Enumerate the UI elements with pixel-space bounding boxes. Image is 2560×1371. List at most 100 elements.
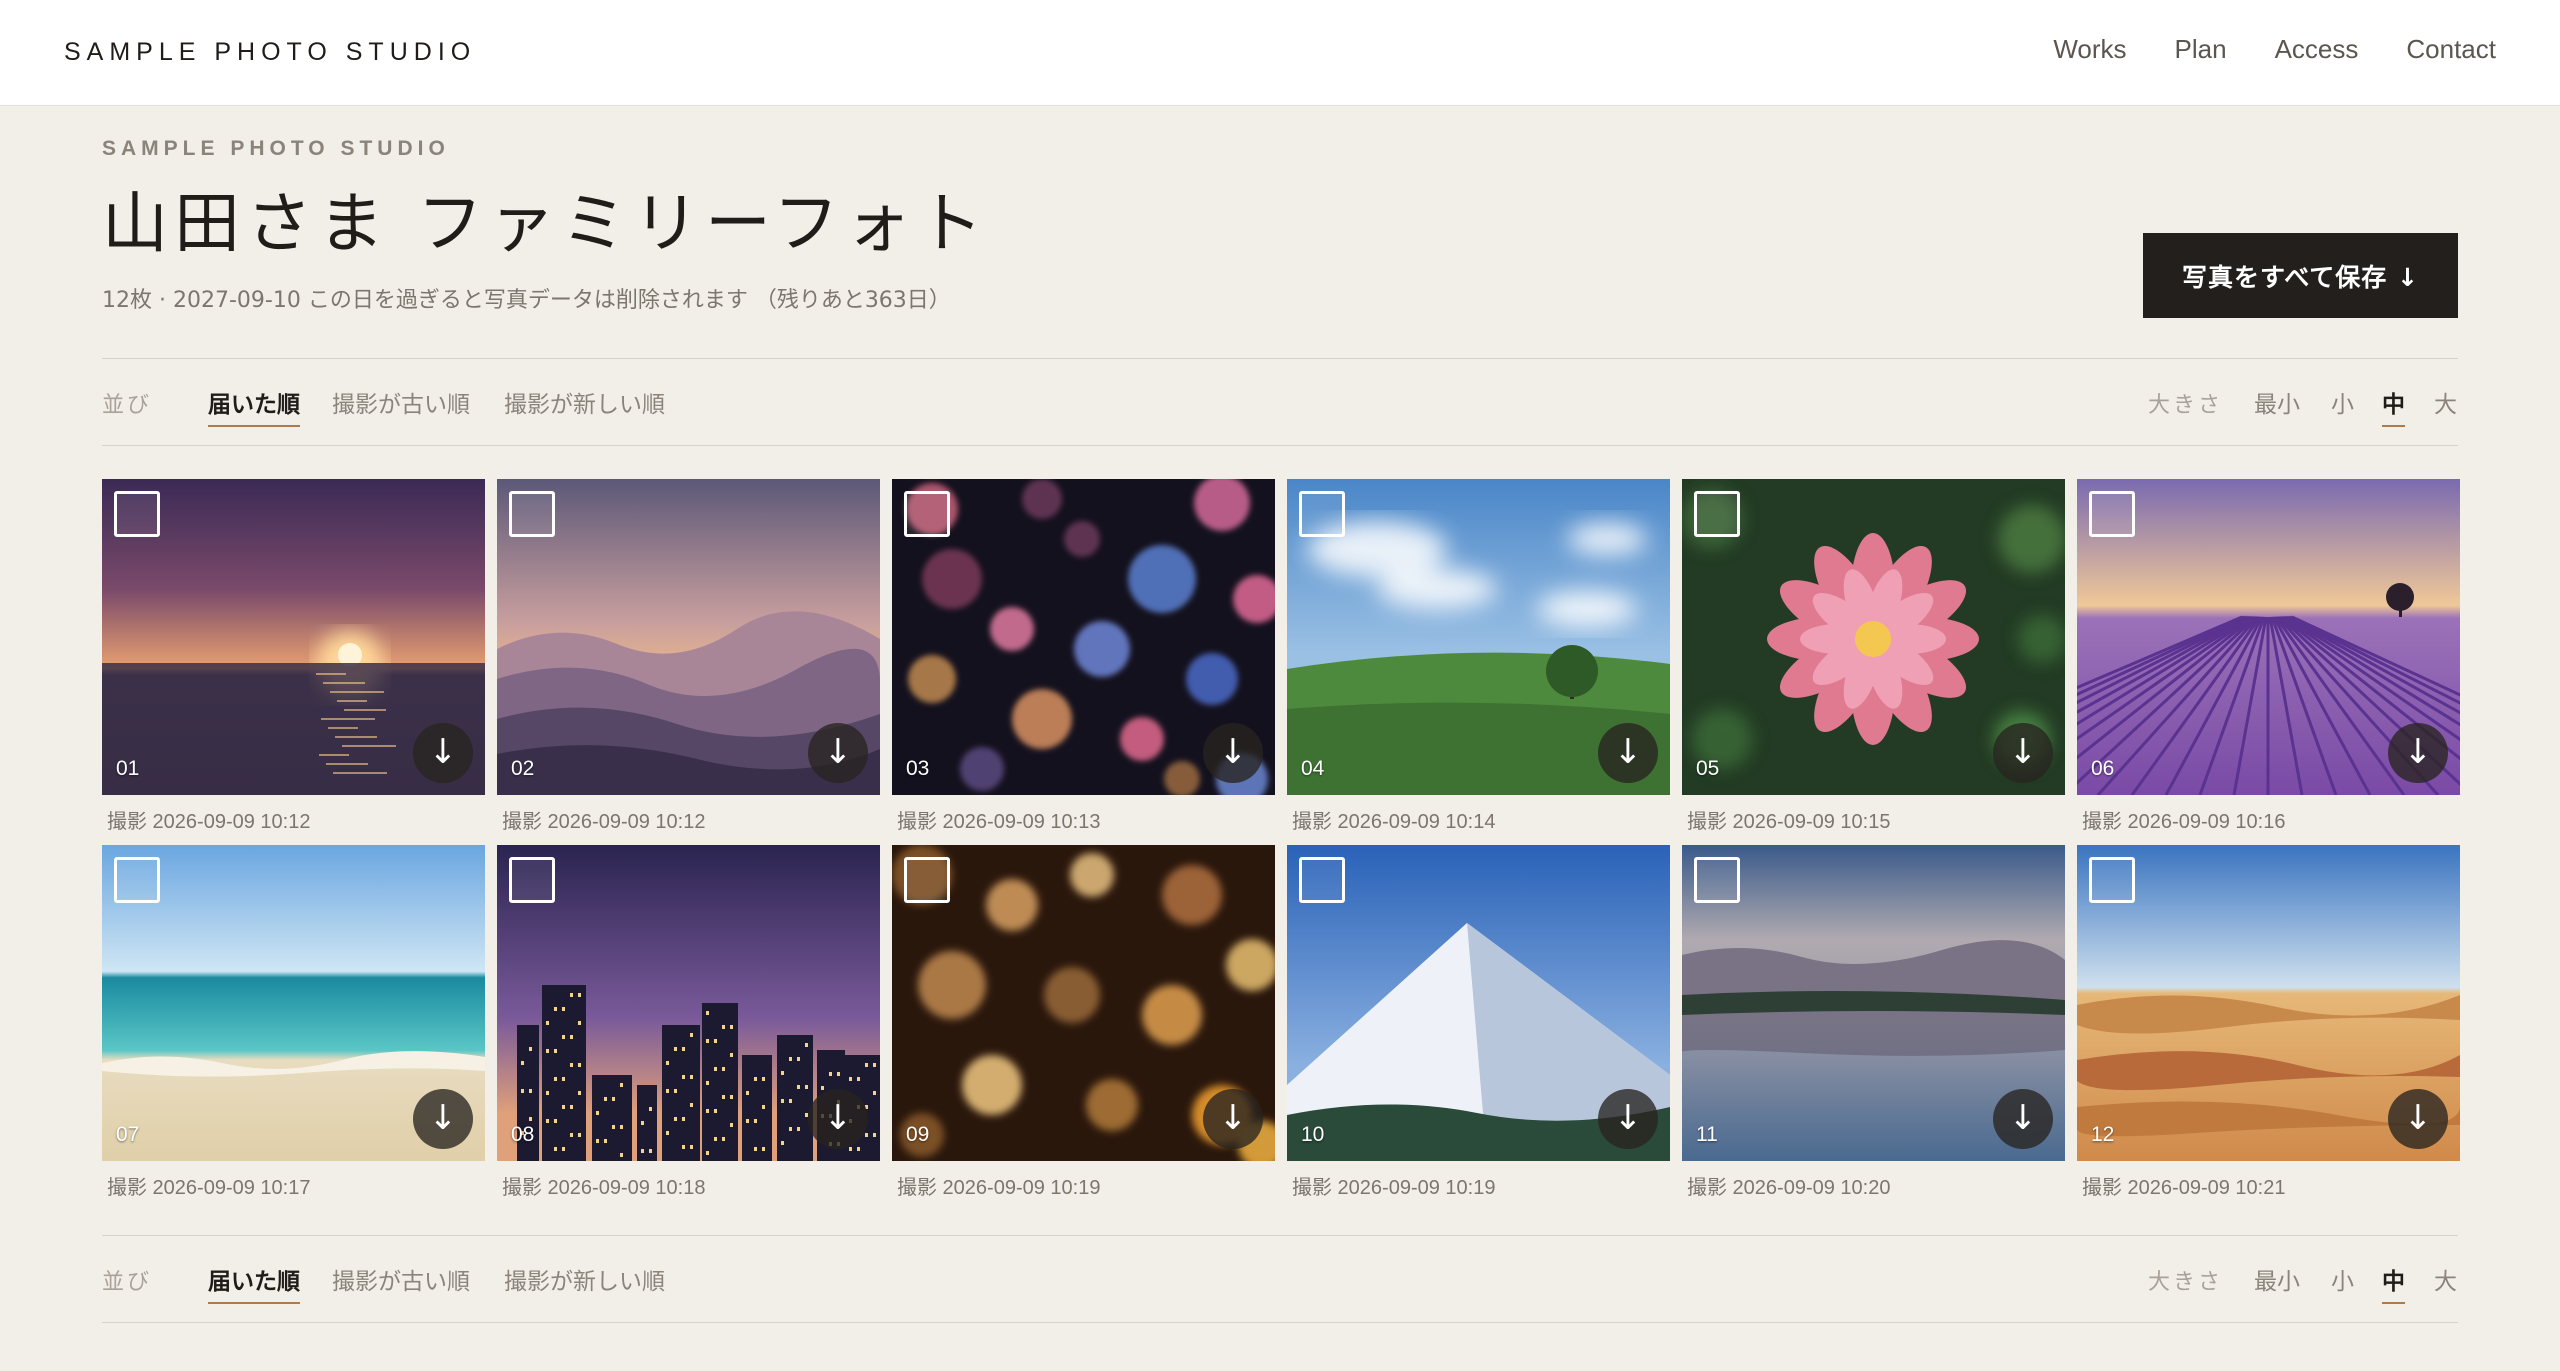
photo-number: 05 [1696, 757, 1720, 780]
album-title: 山田さま ファミリーフォト [102, 185, 990, 262]
album-eyebrow: SAMPLE PHOTO STUDIO [102, 137, 450, 160]
photo-number: 08 [511, 1123, 535, 1146]
photo-thumbnail[interactable]: 01 ↓ [102, 479, 485, 795]
download-icon[interactable]: ↓ [1203, 723, 1263, 783]
photo-thumbnail[interactable]: 07 ↓ [102, 845, 485, 1161]
photo-select-checkbox[interactable] [1299, 491, 1345, 537]
photo-select-checkbox[interactable] [2089, 857, 2135, 903]
photo-number: 06 [2091, 757, 2115, 780]
photo-caption: 撮影 2026-09-09 10:20 [1687, 1177, 1891, 1199]
save-all-button[interactable]: 写真をすべて保存 ↓ [2143, 233, 2458, 318]
brand-logo[interactable]: SAMPLE PHOTO STUDIO [64, 38, 476, 67]
photo-caption: 撮影 2026-09-09 10:15 [1687, 811, 1891, 833]
photo-select-checkbox[interactable] [1694, 491, 1740, 537]
sort-option-arrival[interactable]: 届いた順 [208, 1262, 300, 1304]
photo-select-checkbox[interactable] [509, 857, 555, 903]
photo-tile: 05 ↓ 撮影 2026-09-09 10:15 [1682, 479, 2065, 834]
nav-plan[interactable]: Plan [2175, 34, 2227, 65]
photo-thumbnail[interactable]: 06 ↓ [2077, 479, 2460, 795]
photo-tile: 01 ↓ 撮影 2026-09-09 10:12 [102, 479, 485, 834]
sort-option-newest[interactable]: 撮影が新しい順 [504, 385, 665, 425]
photo-number: 01 [116, 757, 140, 780]
sort-option-oldest[interactable]: 撮影が古い順 [332, 1262, 470, 1302]
photo-number: 11 [1696, 1123, 1718, 1146]
size-option-medium[interactable]: 中 [2382, 1262, 2405, 1304]
album-meta: 12枚 · 2027-09-10 この日を過ぎると写真データは削除されます （残… [102, 288, 951, 313]
photo-caption: 撮影 2026-09-09 10:16 [2082, 811, 2286, 833]
photo-thumbnail[interactable]: 12 ↓ [2077, 845, 2460, 1161]
photo-tile: 08 ↓ 撮影 2026-09-09 10:18 [497, 845, 880, 1200]
sort-size-toolbar-bottom: 並び 届いた順 撮影が古い順 撮影が新しい順 大きさ 最小 小 中 大 [102, 1235, 2458, 1323]
sort-option-newest[interactable]: 撮影が新しい順 [504, 1262, 665, 1302]
size-option-smallest[interactable]: 最小 [2254, 385, 2300, 425]
photo-tile: 07 ↓ 撮影 2026-09-09 10:17 [102, 845, 485, 1200]
photo-tile: 04 ↓ 撮影 2026-09-09 10:14 [1287, 479, 1670, 834]
photo-number: 12 [2091, 1123, 2115, 1146]
photo-caption: 撮影 2026-09-09 10:13 [897, 811, 1101, 833]
download-icon[interactable]: ↓ [413, 1089, 473, 1149]
photo-caption: 撮影 2026-09-09 10:19 [1292, 1177, 1496, 1199]
download-icon[interactable]: ↓ [413, 723, 473, 783]
photo-select-checkbox[interactable] [509, 491, 555, 537]
download-icon[interactable]: ↓ [1993, 723, 2053, 783]
top-bar: SAMPLE PHOTO STUDIO Works Plan Access Co… [0, 0, 2560, 106]
download-icon[interactable]: ↓ [1993, 1089, 2053, 1149]
nav-access[interactable]: Access [2275, 34, 2359, 65]
download-icon[interactable]: ↓ [2388, 1089, 2448, 1149]
photo-tile: 10 ↓ 撮影 2026-09-09 10:19 [1287, 845, 1670, 1200]
nav-works[interactable]: Works [2053, 34, 2126, 65]
photo-number: 07 [116, 1123, 140, 1146]
nav-contact[interactable]: Contact [2406, 34, 2496, 65]
sort-size-toolbar-top: 並び 届いた順 撮影が古い順 撮影が新しい順 大きさ 最小 小 中 大 [102, 358, 2458, 446]
photo-tile: 11 ↓ 撮影 2026-09-09 10:20 [1682, 845, 2065, 1200]
photo-tile: 09 ↓ 撮影 2026-09-09 10:19 [892, 845, 1275, 1200]
photo-select-checkbox[interactable] [1299, 857, 1345, 903]
photo-caption: 撮影 2026-09-09 10:12 [502, 811, 706, 833]
photo-number: 04 [1301, 757, 1325, 780]
photo-thumbnail[interactable]: 04 ↓ [1287, 479, 1670, 795]
size-option-small[interactable]: 小 [2331, 385, 2354, 425]
size-option-large[interactable]: 大 [2434, 385, 2457, 425]
photo-thumbnail[interactable]: 02 ↓ [497, 479, 880, 795]
photo-caption: 撮影 2026-09-09 10:14 [1292, 811, 1496, 833]
photo-thumbnail[interactable]: 08 ↓ [497, 845, 880, 1161]
size-label: 大きさ [2148, 393, 2224, 418]
photo-caption: 撮影 2026-09-09 10:17 [107, 1177, 311, 1199]
photo-tile: 03 ↓ 撮影 2026-09-09 10:13 [892, 479, 1275, 834]
photo-thumbnail[interactable]: 11 ↓ [1682, 845, 2065, 1161]
photo-caption: 撮影 2026-09-09 10:18 [502, 1177, 706, 1199]
photo-thumbnail[interactable]: 05 ↓ [1682, 479, 2065, 795]
photo-caption: 撮影 2026-09-09 10:19 [897, 1177, 1101, 1199]
photo-tile: 12 ↓ 撮影 2026-09-09 10:21 [2077, 845, 2460, 1200]
download-icon[interactable]: ↓ [1598, 1089, 1658, 1149]
sort-label: 並び [102, 393, 153, 418]
photo-select-checkbox[interactable] [114, 857, 160, 903]
photo-thumbnail[interactable]: 10 ↓ [1287, 845, 1670, 1161]
size-option-large[interactable]: 大 [2434, 1262, 2457, 1302]
download-icon[interactable]: ↓ [808, 1089, 868, 1149]
size-option-medium[interactable]: 中 [2382, 385, 2405, 427]
photo-thumbnail[interactable]: 09 ↓ [892, 845, 1275, 1161]
download-icon[interactable]: ↓ [2388, 723, 2448, 783]
photo-number: 03 [906, 757, 930, 780]
main-nav: Works Plan Access Contact [2053, 34, 2496, 65]
size-label: 大きさ [2148, 1270, 2224, 1295]
sort-option-arrival[interactable]: 届いた順 [208, 385, 300, 427]
photo-select-checkbox[interactable] [904, 857, 950, 903]
download-icon[interactable]: ↓ [808, 723, 868, 783]
download-icon[interactable]: ↓ [1598, 723, 1658, 783]
photo-caption: 撮影 2026-09-09 10:12 [107, 811, 311, 833]
photo-select-checkbox[interactable] [1694, 857, 1740, 903]
sort-label: 並び [102, 1270, 153, 1295]
download-icon[interactable]: ↓ [1203, 1089, 1263, 1149]
photo-thumbnail[interactable]: 03 ↓ [892, 479, 1275, 795]
photo-tile: 06 ↓ 撮影 2026-09-09 10:16 [2077, 479, 2460, 834]
size-option-smallest[interactable]: 最小 [2254, 1262, 2300, 1302]
photo-select-checkbox[interactable] [2089, 491, 2135, 537]
photo-caption: 撮影 2026-09-09 10:21 [2082, 1177, 2286, 1199]
photo-number: 09 [906, 1123, 930, 1146]
sort-option-oldest[interactable]: 撮影が古い順 [332, 385, 470, 425]
size-option-small[interactable]: 小 [2331, 1262, 2354, 1302]
photo-select-checkbox[interactable] [114, 491, 160, 537]
photo-select-checkbox[interactable] [904, 491, 950, 537]
